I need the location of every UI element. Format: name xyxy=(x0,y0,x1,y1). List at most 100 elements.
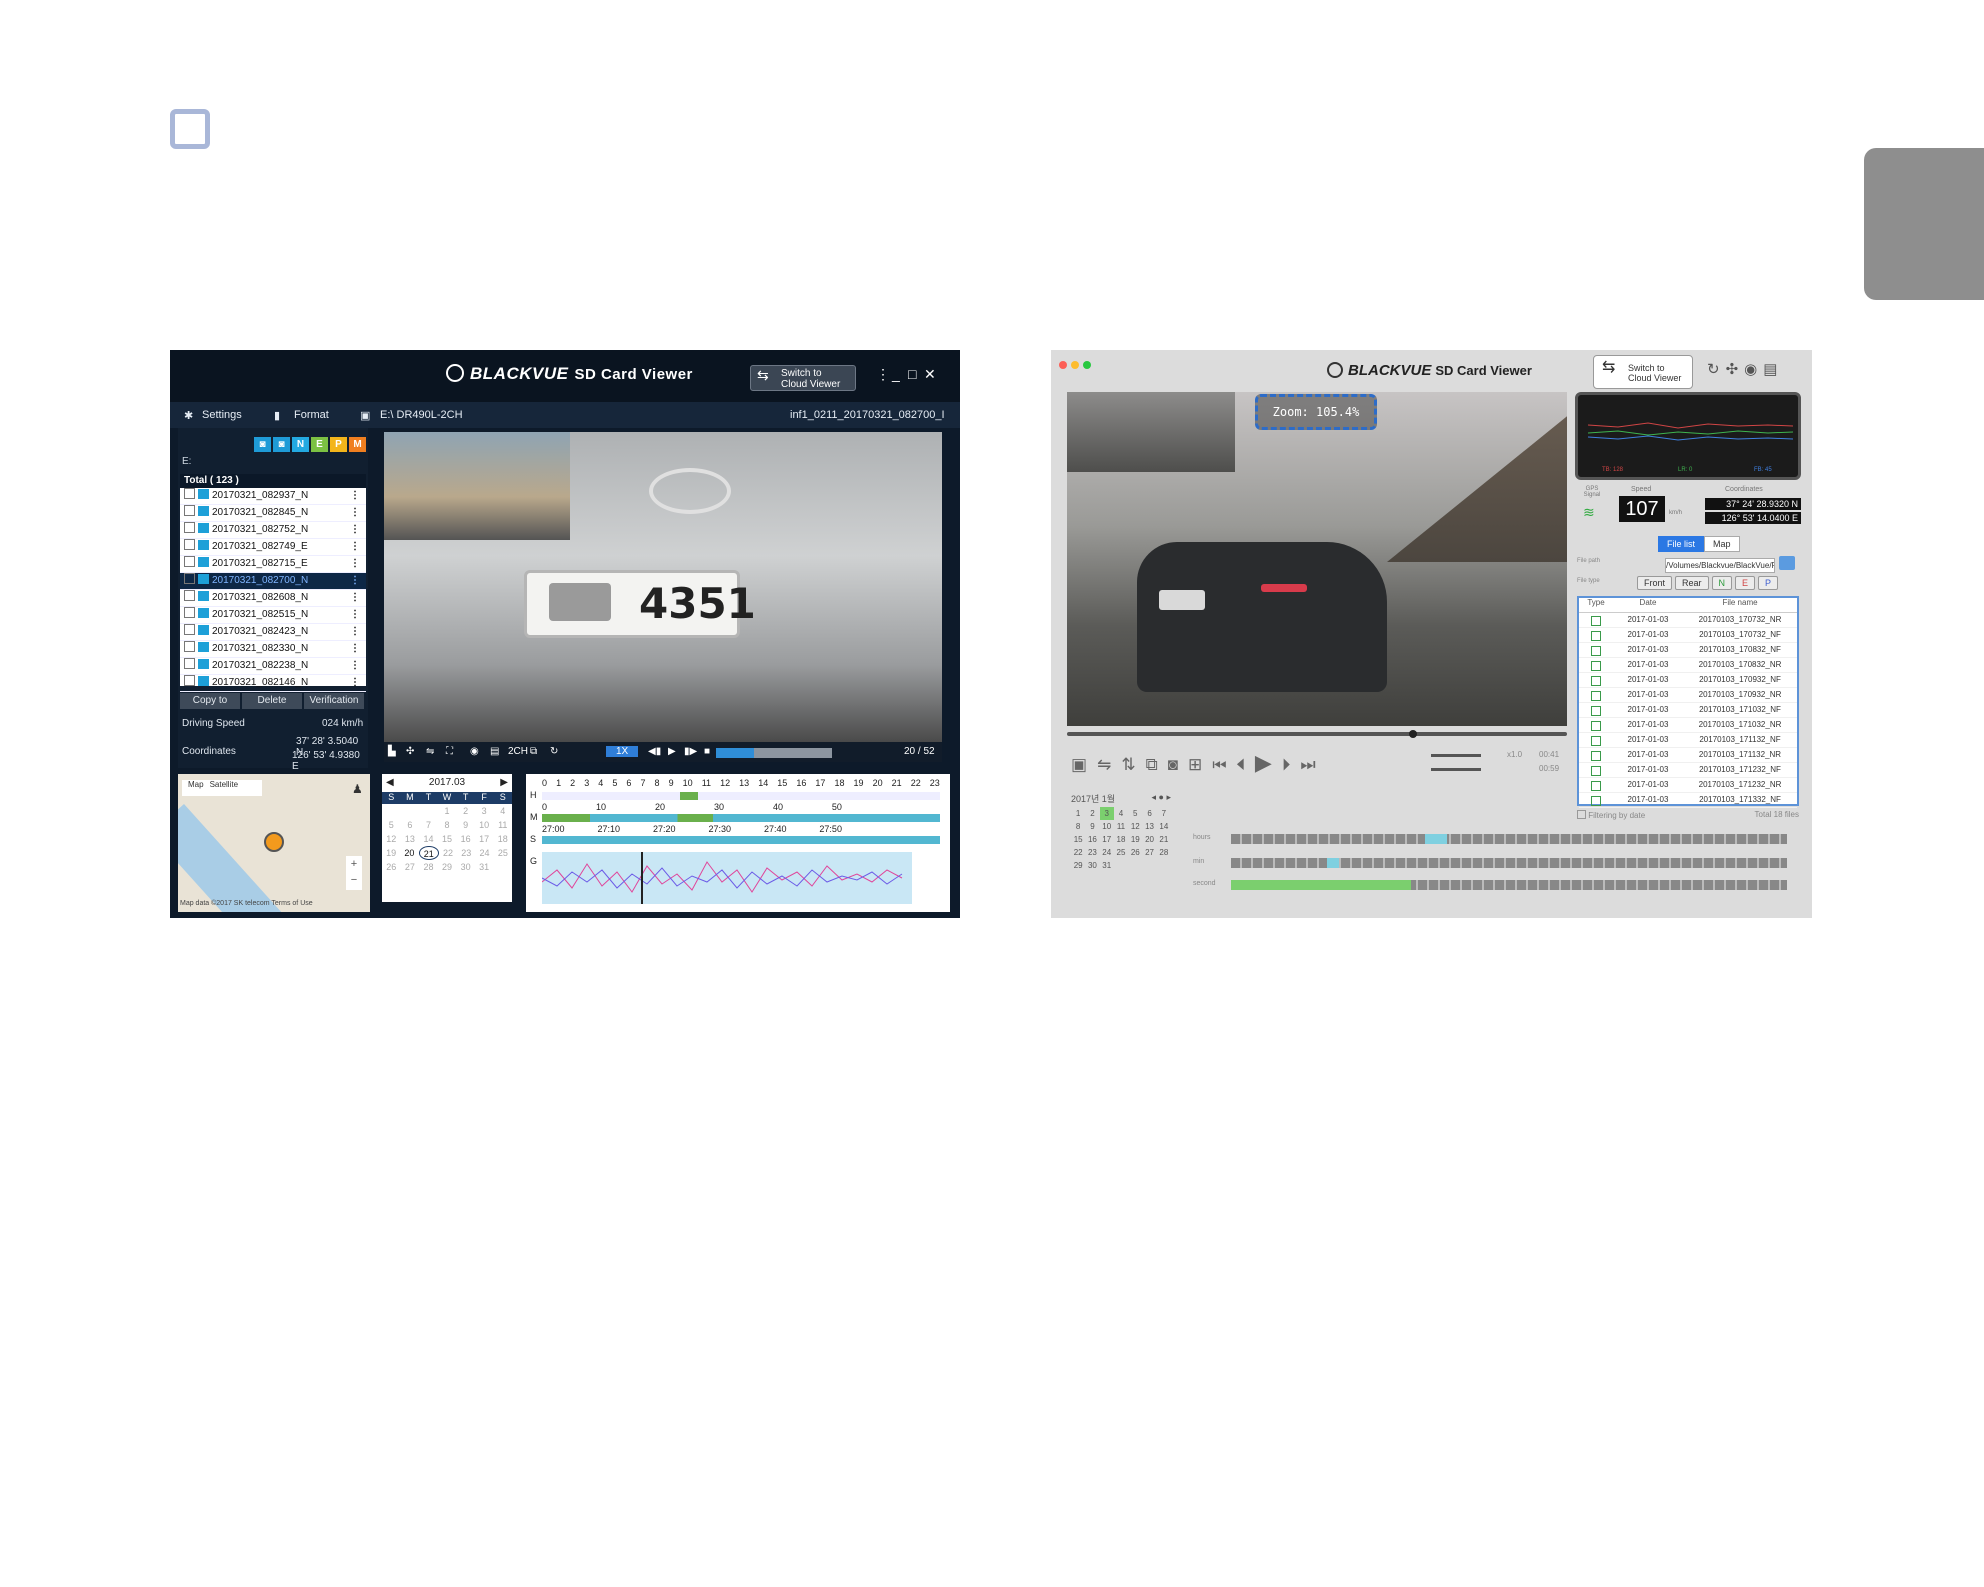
calendar-day[interactable]: 29 xyxy=(1071,859,1085,872)
file-menu-icon[interactable]: ⋮ xyxy=(350,556,360,572)
calendar-day[interactable]: 12 xyxy=(1128,820,1142,833)
min-track[interactable] xyxy=(1231,858,1787,868)
volume-slider[interactable] xyxy=(1431,754,1481,757)
mirror-icon[interactable]: ⇋ xyxy=(1097,755,1121,774)
filter-parking[interactable]: P xyxy=(1758,576,1779,590)
skip-back-icon[interactable]: ⏮ xyxy=(1212,755,1236,774)
calendar-day[interactable]: 23 xyxy=(457,846,475,860)
file-checkbox[interactable] xyxy=(184,522,195,533)
zoom-dot-icon[interactable] xyxy=(1083,361,1091,369)
filter-rear[interactable]: Rear xyxy=(1675,576,1709,590)
calendar-day[interactable]: 5 xyxy=(382,818,401,832)
table-row[interactable]: 2017-01-03 20170103_170832_NR xyxy=(1579,658,1797,673)
seek-handle[interactable] xyxy=(1409,730,1417,738)
calendar-day[interactable]: 17 xyxy=(475,832,494,846)
list-item[interactable]: 20170321_082937_N ⋮ xyxy=(180,488,366,505)
front-camera-pip[interactable] xyxy=(384,432,570,540)
calendar-day[interactable]: 8 xyxy=(438,818,457,832)
speed-slider[interactable] xyxy=(1431,768,1481,771)
calendar-day[interactable]: 19 xyxy=(382,846,400,860)
folder-icon[interactable] xyxy=(1779,556,1795,570)
minute-track[interactable] xyxy=(542,814,940,822)
file-menu-icon[interactable]: ⋮ xyxy=(350,488,360,504)
calendar-day[interactable]: 27 xyxy=(401,860,420,874)
calendar-day[interactable]: 28 xyxy=(1157,846,1171,859)
filter-front[interactable]: Front xyxy=(1637,576,1673,590)
refresh-icon[interactable]: ↻ xyxy=(1707,361,1726,378)
calendar-day[interactable]: 5 xyxy=(1128,807,1142,820)
calendar-day[interactable] xyxy=(1128,859,1142,872)
calendar-day[interactable]: 25 xyxy=(494,846,512,860)
table-row[interactable]: 2017-01-03 20170103_170932_NF xyxy=(1579,673,1797,688)
prev-month-icon[interactable]: ◀ xyxy=(386,774,394,792)
export-icon[interactable]: ▣ xyxy=(1071,755,1097,774)
next-frame-icon[interactable]: ▮▶ xyxy=(684,746,697,757)
calendar-day[interactable] xyxy=(1114,859,1128,872)
map-zoom-controls[interactable]: + − xyxy=(346,856,362,890)
settings-button[interactable]: Settings xyxy=(202,409,242,421)
calendar-day[interactable] xyxy=(1142,859,1156,872)
calendar-day[interactable]: 19 xyxy=(1128,833,1142,846)
list-item[interactable]: 20170321_082238_N ⋮ xyxy=(180,658,366,675)
calendar-day[interactable]: 16 xyxy=(1085,833,1099,846)
video-player[interactable]: Zoom: 105.4% xyxy=(1067,392,1567,726)
list-item[interactable]: 20170321_082330_N ⋮ xyxy=(180,641,366,658)
camera-icon[interactable]: ◉ xyxy=(470,746,479,757)
calendar-day[interactable] xyxy=(419,804,438,818)
calendar-nav-icon[interactable]: ◂ ● ▸ xyxy=(1152,792,1171,803)
list-item[interactable]: 20170321_082715_E ⋮ xyxy=(180,556,366,573)
next-icon[interactable]: ⏵ xyxy=(1282,755,1301,774)
calendar-day[interactable]: 30 xyxy=(1085,859,1099,872)
maximize-icon[interactable]: □ xyxy=(908,366,916,382)
minimize-dot-icon[interactable] xyxy=(1071,361,1079,369)
table-row[interactable]: 2017-01-03 20170103_171332_NF xyxy=(1579,793,1797,808)
more-icon[interactable]: ⋮ xyxy=(876,366,890,383)
filter-normal[interactable]: N xyxy=(1711,576,1733,590)
close-icon[interactable]: ✕ xyxy=(924,366,936,383)
minimize-icon[interactable]: _ xyxy=(892,366,900,382)
copy-to-button[interactable]: Copy to xyxy=(180,693,240,709)
close-dot-icon[interactable] xyxy=(1059,361,1067,369)
prev-frame-icon[interactable]: ◀▮ xyxy=(648,746,661,757)
file-checkbox[interactable] xyxy=(184,556,195,567)
calendar-day[interactable]: 15 xyxy=(1071,833,1085,846)
file-menu-icon[interactable]: ⋮ xyxy=(350,675,360,691)
calendar-day[interactable]: 26 xyxy=(1128,846,1142,859)
video-player[interactable]: 4351 xyxy=(384,432,942,742)
street-view-icon[interactable]: ♟ xyxy=(352,782,363,796)
file-checkbox[interactable] xyxy=(184,573,195,584)
calendar-day[interactable]: 15 xyxy=(438,832,457,846)
calendar-day[interactable]: 31 xyxy=(475,860,494,874)
gear-icon[interactable]: ✱ xyxy=(184,409,193,422)
calendar-day[interactable]: 4 xyxy=(1114,807,1128,820)
calendar-day[interactable]: 18 xyxy=(1114,833,1128,846)
calendar-day[interactable]: 18 xyxy=(493,832,512,846)
calendar-day[interactable]: 14 xyxy=(1157,820,1171,833)
calendar-day[interactable]: 10 xyxy=(1100,820,1114,833)
grid-icon[interactable]: ⊞ xyxy=(1188,755,1212,774)
seek-bar[interactable] xyxy=(1067,730,1567,738)
calendar-day[interactable]: 20 xyxy=(400,846,418,860)
map-tab[interactable]: Map xyxy=(188,780,204,789)
calendar-day[interactable] xyxy=(382,804,401,818)
file-checkbox[interactable] xyxy=(184,539,195,550)
tab-file-list[interactable]: File list xyxy=(1658,536,1705,552)
file-menu-icon[interactable]: ⋮ xyxy=(350,607,360,623)
calendar-day[interactable]: 25 xyxy=(1114,846,1128,859)
verification-button[interactable]: Verification xyxy=(304,693,364,709)
file-checkbox[interactable] xyxy=(184,641,195,652)
filter-event[interactable]: E xyxy=(1735,576,1756,590)
skip-forward-icon[interactable]: ⏭ xyxy=(1300,755,1325,774)
file-checkbox[interactable] xyxy=(184,624,195,635)
calendar-day[interactable]: 22 xyxy=(439,846,457,860)
table-row[interactable]: 2017-01-03 20170103_170932_NR xyxy=(1579,688,1797,703)
rear-cam-filter-icon[interactable]: ◙ xyxy=(273,437,290,452)
calendar-day[interactable]: 31 xyxy=(1100,859,1114,872)
table-row[interactable]: 2017-01-03 20170103_171032_NR xyxy=(1579,718,1797,733)
second-track[interactable] xyxy=(1231,880,1787,890)
file-checkbox[interactable] xyxy=(184,658,195,669)
table-row[interactable]: 2017-01-03 20170103_171132_NF xyxy=(1579,733,1797,748)
calendar-day[interactable]: 1 xyxy=(1071,807,1085,820)
second-track[interactable] xyxy=(542,836,940,844)
speed-button[interactable]: 1X xyxy=(606,746,639,757)
